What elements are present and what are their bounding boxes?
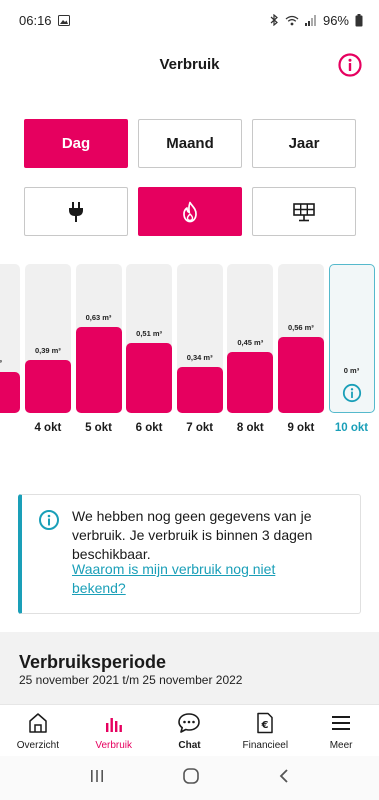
nav-label: Chat [178,740,201,751]
bar-value-label: 0,39 m³ [34,345,61,355]
bar-fill [24,359,71,413]
nav-label: Overzicht [16,740,60,751]
period-tabs: Dag Maand Jaar [24,119,356,168]
bar-value-label: 0,45 m³ [237,337,264,347]
home-circle-icon [183,767,200,784]
bar-1[interactable]: m³ [0,264,21,413]
solar-panel-icon [293,202,315,221]
euro-document-icon: € [257,712,274,734]
bar-value-label: 0,56 m³ [287,322,314,332]
signal-icon [304,14,317,26]
status-bar: 06:16 96% [0,0,379,40]
nav-verbruik[interactable]: Verbruik [76,705,152,756]
nav-label: Meer [329,740,353,751]
bar-fill [176,366,223,413]
battery-percentage: 96% [322,12,349,28]
nav-label: Financieel [242,740,289,751]
tab-gas[interactable] [138,187,242,236]
plug-icon [69,201,83,222]
tab-electricity[interactable] [24,187,128,236]
bottom-navigation: Overzicht Verbruik Chat € Financieel Mee… [0,704,379,756]
flame-icon [183,201,197,222]
bar-5[interactable]: 0,34 m³ [176,264,223,413]
bar-value-label: m³ [0,358,24,367]
bar-6[interactable]: 0,45 m³ [227,264,274,413]
bar-fill [227,351,274,413]
system-navigation-bar [0,756,379,800]
back-button[interactable] [278,768,290,789]
bar-8[interactable]: 0 m³ [328,264,375,413]
nav-meer[interactable]: Meer [303,705,379,756]
info-icon [38,509,60,536]
bar-fill [277,336,324,413]
nav-label: Verbruik [95,740,133,751]
page-title: Verbruik [159,56,220,73]
no-data-notice: We hebben nog geen gegevens van je verbr… [18,494,361,614]
bluetooth-icon [270,14,279,26]
nav-financieel[interactable]: € Financieel [227,705,303,756]
nav-overzicht[interactable]: Overzicht [0,705,76,756]
chat-bubble-icon [178,713,201,733]
battery-icon [355,13,363,27]
wifi-icon [285,15,299,26]
period-range: 25 november 2021 t/m 25 november 2022 [19,673,243,687]
recent-apps-icon [90,769,103,782]
bar-value-label: 0,63 m³ [85,313,112,322]
home-button[interactable] [182,767,200,790]
gallery-icon [57,14,70,26]
bar-fill [0,372,21,413]
bar-3[interactable]: 0,63 m³ [75,264,122,413]
bar-7[interactable]: 0,56 m³ [277,264,324,413]
recent-apps-button[interactable] [89,769,105,788]
house-icon [29,713,47,733]
notice-link[interactable]: Waarom is mijn verbruik nog niet bekend? [72,560,332,598]
bar-value-label: 0,34 m³ [186,352,213,362]
bar-value-label: 0 m³ [343,366,360,375]
bar-4[interactable]: 0,51 m³ [126,264,173,413]
tab-jaar[interactable]: Jaar [252,119,356,168]
tab-dag[interactable]: Dag [24,119,128,168]
tab-maand[interactable]: Maand [138,119,242,168]
info-icon [342,383,361,403]
nav-chat[interactable]: Chat [152,705,228,756]
bar-fill [126,343,173,413]
period-title: Verbruiksperiode [19,652,167,672]
status-time: 06:16 [19,12,52,28]
info-icon [338,53,362,77]
svg-text:€: € [261,720,269,731]
bar-day-label: 10 okt [334,422,369,434]
bar-chart-icon [105,718,122,732]
notice-text: We hebben nog geen gegevens van je verbr… [72,508,313,562]
menu-icon [332,716,351,730]
back-chevron-icon [279,768,288,783]
info-button[interactable] [337,52,363,78]
tab-solar[interactable] [252,187,356,236]
usage-bar-chart[interactable]: m³okt0,39 m³4 okt0,63 m³5 okt0,51 m³6 ok… [0,262,379,442]
usage-period-section: Verbruiksperiode 25 november 2021 t/m 25… [0,632,379,704]
bar-value-label: 0,51 m³ [136,329,163,339]
bar-2[interactable]: 0,39 m³ [24,264,71,413]
app-header: Verbruik [0,46,379,86]
bar-fill [75,327,122,413]
energy-tabs [24,187,356,236]
